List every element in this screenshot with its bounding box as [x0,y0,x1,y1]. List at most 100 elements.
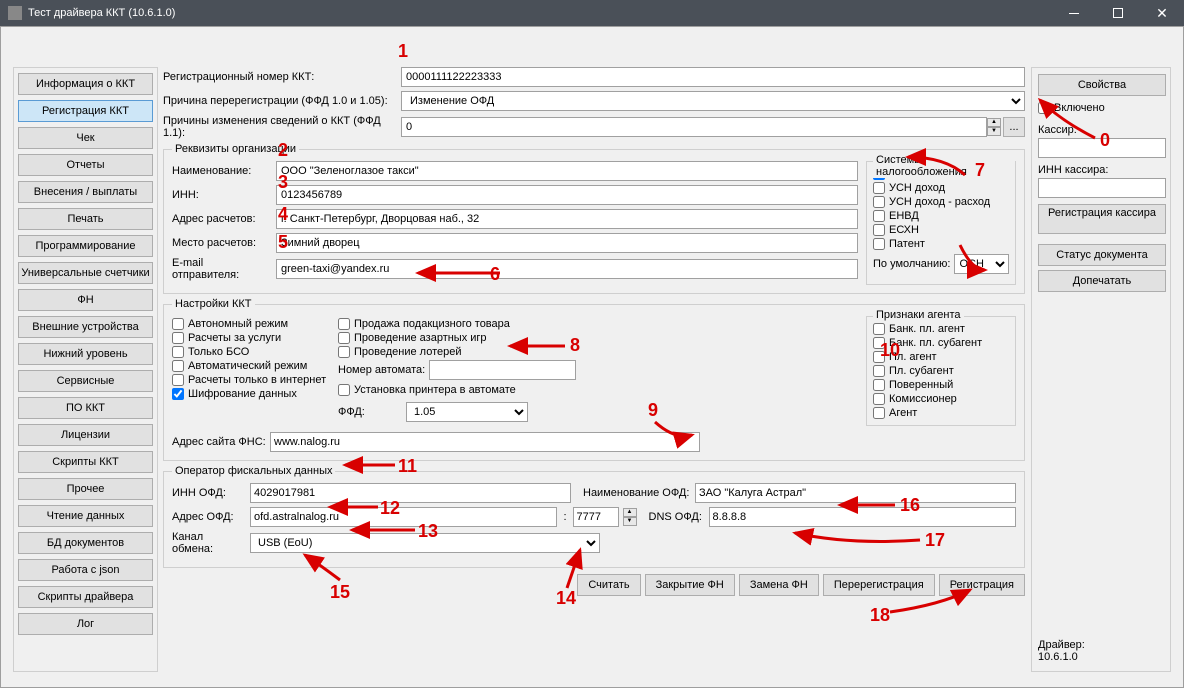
ofd-addr-input[interactable] [250,507,557,527]
sidebar-item[interactable]: Программирование [18,235,153,257]
tax-default-select[interactable]: ОСН [954,254,1009,274]
sidebar-item[interactable]: Внешние устройства [18,316,153,338]
sidebar-item[interactable]: Лицензии [18,424,153,446]
action-button[interactable]: Считать [577,574,640,596]
action-button[interactable]: Закрытие ФН [645,574,735,596]
ofd-name-label: Наименование ОФД: [583,487,691,499]
sidebar-item[interactable]: Скрипты ККТ [18,451,153,473]
ofd-port-input[interactable] [573,507,619,527]
ffd-select[interactable]: 1.05 [406,402,528,422]
sidebar-item[interactable]: ПО ККТ [18,397,153,419]
agent-checkbox[interactable] [873,407,885,419]
printer-install-checkbox[interactable] [338,384,350,396]
agent-checkbox[interactable] [873,393,885,405]
ofd-legend: Оператор фискальных данных [172,465,335,477]
ofd-channel-select[interactable]: USB (EoU) [250,533,600,553]
sidebar-item[interactable]: Чтение данных [18,505,153,527]
reg-number-label: Регистрационный номер ККТ: [163,71,401,83]
sidebar-item[interactable]: Отчеты [18,154,153,176]
enabled-checkbox[interactable] [1038,102,1050,114]
sidebar-item[interactable]: Работа с json [18,559,153,581]
minimize-button[interactable] [1052,0,1096,26]
tax-checkbox[interactable] [873,224,885,236]
kkt-label: Продажа подакцизного товара [354,318,510,330]
sidebar-item[interactable]: Информация о ККТ [18,73,153,95]
cashier-input[interactable] [1038,138,1166,158]
agent-label: Пл. субагент [889,365,954,377]
org-name-input[interactable] [276,161,858,181]
rereg-reason-select[interactable]: Изменение ОФД [401,91,1025,111]
sidebar-item[interactable]: Внесения / выплаты [18,181,153,203]
automat-num-label: Номер автомата: [338,364,425,376]
org-email-input[interactable] [276,259,858,279]
sidebar-item[interactable]: Чек [18,127,153,149]
fns-label: Адрес сайта ФНС: [172,436,266,448]
agent-checkbox[interactable] [873,365,885,377]
reasons-spinner[interactable]: ▲▼ [987,118,1001,136]
tax-checkbox[interactable] [873,210,885,222]
tax-checkbox[interactable] [873,196,885,208]
cashier-inn-input[interactable] [1038,178,1166,198]
cashier-inn-label: ИНН кассира: [1038,164,1164,176]
kkt-checkbox[interactable] [338,318,350,330]
kkt-checkbox[interactable] [172,360,184,372]
close-button[interactable]: ✕ [1140,0,1184,26]
agent-checkbox[interactable] [873,379,885,391]
action-button[interactable]: Замена ФН [739,574,819,596]
agent-checkbox[interactable] [873,337,885,349]
org-addr-label: Адрес расчетов: [172,213,276,225]
kkt-checkbox[interactable] [172,374,184,386]
org-addr-input[interactable] [276,209,858,229]
org-legend: Реквизиты организации [172,143,299,155]
kkt-checkbox[interactable] [172,388,184,400]
doc-status-button[interactable]: Статус документа [1038,244,1166,266]
agent-label: Банк. пл. субагент [889,337,982,349]
tax-label: УСН доход - расход [889,196,990,208]
org-name-label: Наименование: [172,165,276,177]
reasons-more-button[interactable]: ... [1003,117,1025,137]
right-panel: Свойства Включено Кассир: ИНН кассира: Р… [1031,67,1171,672]
sidebar-item[interactable]: Прочее [18,478,153,500]
reg-number-input[interactable] [401,67,1025,87]
ofd-dns-input[interactable] [709,507,1016,527]
app-icon [8,6,22,20]
cashier-label: Кассир: [1038,124,1164,136]
kkt-checkbox[interactable] [172,346,184,358]
agent-checkbox[interactable] [873,351,885,363]
sidebar-item[interactable]: Скрипты драйвера [18,586,153,608]
reprint-button[interactable]: Допечатать [1038,270,1166,292]
sidebar-item[interactable]: Лог [18,613,153,635]
kkt-checkbox[interactable] [172,318,184,330]
agent-checkbox[interactable] [873,323,885,335]
kkt-legend: Настройки ККТ [172,298,255,310]
sidebar-item[interactable]: Универсальные счетчики [18,262,153,284]
org-inn-input[interactable] [276,185,858,205]
org-place-input[interactable] [276,233,858,253]
sidebar-item[interactable]: Регистрация ККТ [18,100,153,122]
fns-input[interactable] [270,432,700,452]
sidebar-item[interactable]: БД документов [18,532,153,554]
kkt-checkbox[interactable] [338,332,350,344]
agent-label: Банк. пл. агент [889,323,965,335]
sidebar-item[interactable]: Нижний уровень [18,343,153,365]
tax-checkbox[interactable] [873,238,885,250]
ofd-port-spinner[interactable]: ▲▼ [623,508,637,526]
sidebar-item[interactable]: ФН [18,289,153,311]
sidebar-item[interactable]: Печать [18,208,153,230]
kkt-checkbox[interactable] [172,332,184,344]
sidebar-item[interactable]: Сервисные [18,370,153,392]
ofd-inn-input[interactable] [250,483,571,503]
action-button[interactable]: Регистрация [939,574,1025,596]
ofd-channel-label: Канал обмена: [172,531,246,555]
properties-button[interactable]: Свойства [1038,74,1166,96]
driver-version: 10.6.1.0 [1038,651,1085,663]
register-cashier-button[interactable]: Регистрация кассира [1038,204,1166,234]
action-button[interactable]: Перерегистрация [823,574,935,596]
ofd-name-input[interactable] [695,483,1016,503]
tax-checkbox[interactable] [873,182,885,194]
kkt-label: Проведение азартных игр [354,332,487,344]
change-reasons-input[interactable] [401,117,987,137]
kkt-checkbox[interactable] [338,346,350,358]
tax-label: ЕНВД [889,210,919,222]
maximize-button[interactable] [1096,0,1140,26]
